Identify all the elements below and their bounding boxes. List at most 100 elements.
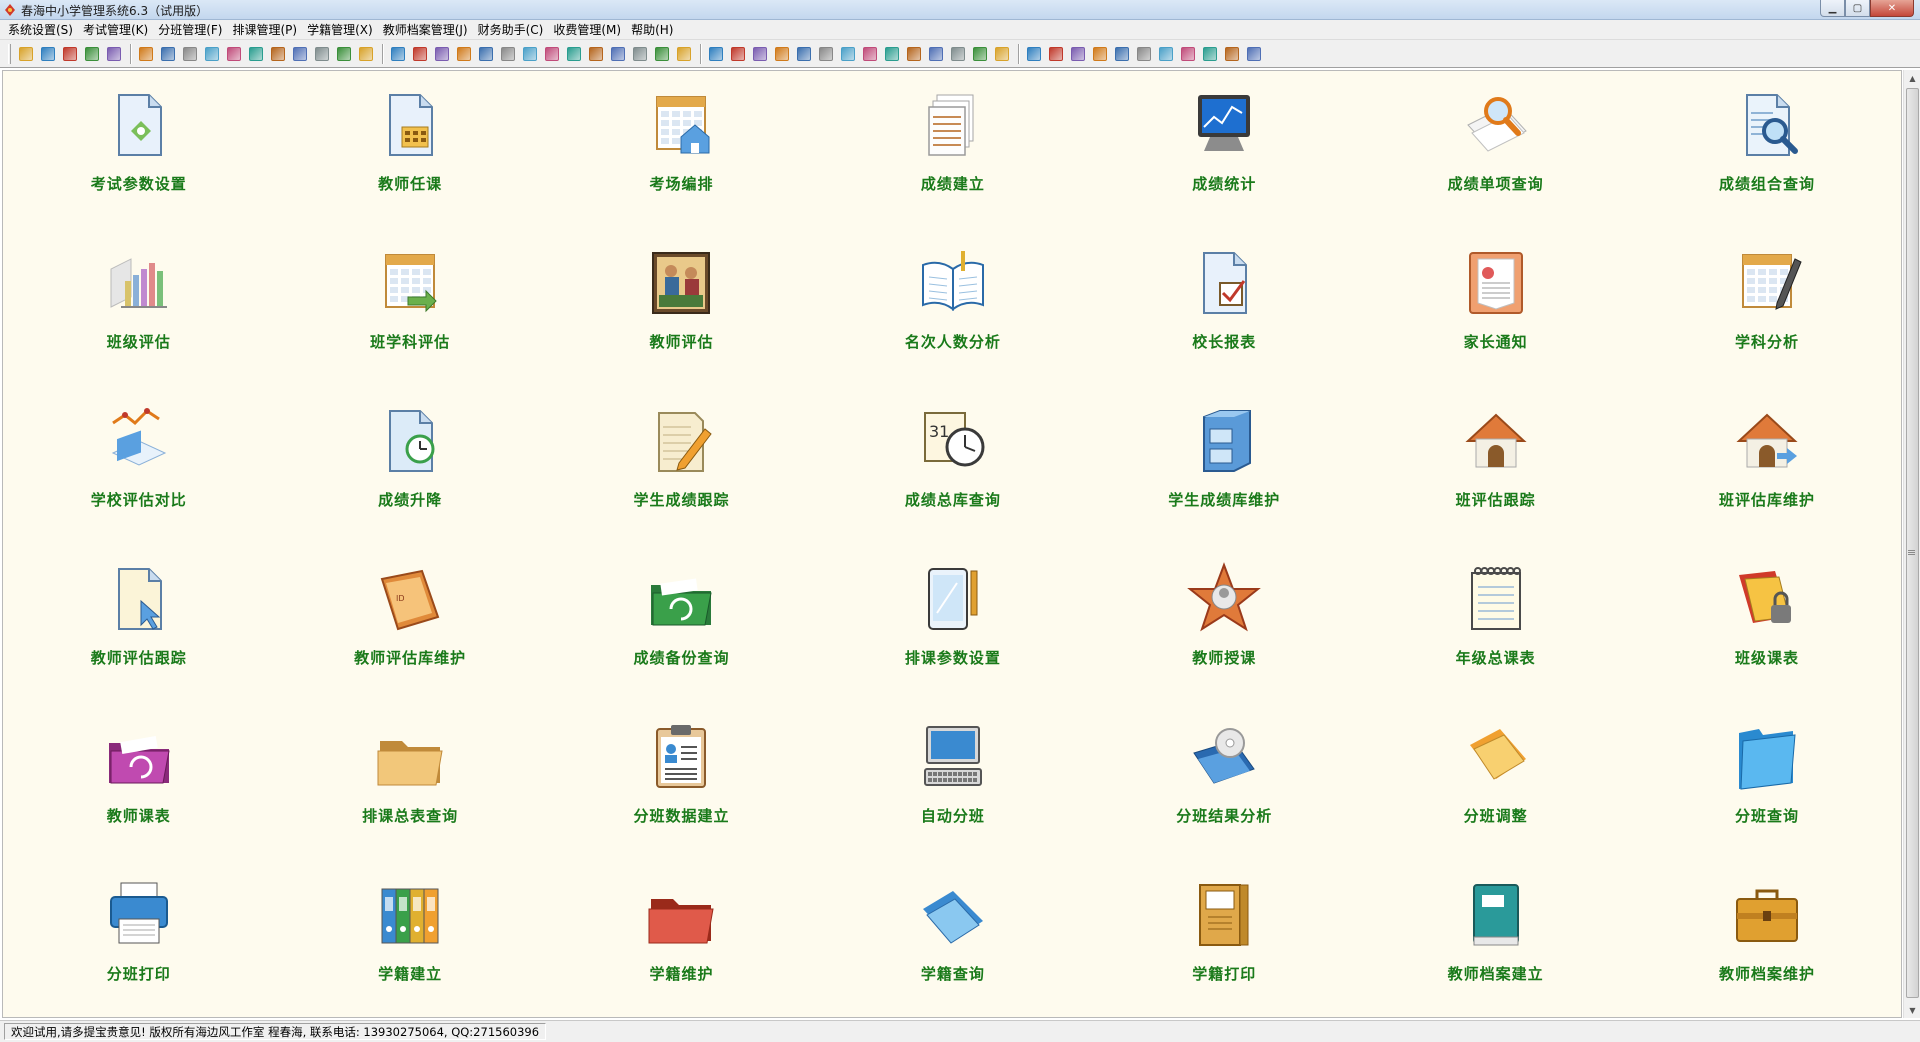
calendar-arrow-icon[interactable] bbox=[370, 243, 450, 323]
toolbar-button[interactable] bbox=[312, 44, 332, 64]
module-label[interactable]: 分班数据建立 bbox=[633, 805, 729, 826]
module-label[interactable]: 学生成绩库维护 bbox=[1168, 489, 1280, 510]
module-shortcut[interactable]: 成绩单项查询 bbox=[1360, 71, 1631, 229]
blue-folder-icon[interactable] bbox=[1727, 717, 1807, 797]
clipboard-id-icon[interactable] bbox=[641, 717, 721, 797]
toolbar-button[interactable] bbox=[926, 44, 946, 64]
notepad-pencil-icon[interactable] bbox=[641, 401, 721, 481]
doc-cursor-icon[interactable] bbox=[99, 559, 179, 639]
menu-finance-helper[interactable]: 财务助手(C) bbox=[474, 21, 548, 39]
module-label[interactable]: 排课参数设置 bbox=[905, 647, 1001, 668]
module-shortcut[interactable]: 年级总课表 bbox=[1360, 545, 1631, 703]
toolbar-button[interactable] bbox=[608, 44, 628, 64]
module-shortcut[interactable]: 学籍打印 bbox=[1089, 861, 1360, 1017]
toolbar-button[interactable] bbox=[136, 44, 156, 64]
toolbar-button[interactable] bbox=[860, 44, 880, 64]
toolbar-button[interactable] bbox=[476, 44, 496, 64]
certificate-icon[interactable] bbox=[1456, 243, 1536, 323]
binders-icon[interactable] bbox=[370, 875, 450, 955]
module-label[interactable]: 教师任课 bbox=[378, 173, 442, 194]
module-shortcut[interactable]: 自动分班 bbox=[817, 703, 1088, 861]
module-label[interactable]: 分班打印 bbox=[107, 963, 171, 984]
teal-book-icon[interactable] bbox=[1456, 875, 1536, 955]
toolbar-button[interactable] bbox=[202, 44, 222, 64]
open-folder-icon[interactable] bbox=[370, 717, 450, 797]
module-shortcut[interactable]: 分班查询 bbox=[1631, 703, 1901, 861]
house-arrow-icon[interactable] bbox=[1727, 401, 1807, 481]
module-label[interactable]: 教师档案建立 bbox=[1448, 963, 1544, 984]
toolbar-button[interactable] bbox=[728, 44, 748, 64]
toolbar-button[interactable] bbox=[816, 44, 836, 64]
module-label[interactable]: 教师档案维护 bbox=[1719, 963, 1815, 984]
toolbar-button[interactable] bbox=[992, 44, 1012, 64]
toolbar-button[interactable] bbox=[772, 44, 792, 64]
toolbar-button[interactable] bbox=[970, 44, 990, 64]
toolbar-button[interactable] bbox=[652, 44, 672, 64]
toolbar-button[interactable] bbox=[60, 44, 80, 64]
tablet-pen-icon[interactable] bbox=[913, 559, 993, 639]
module-shortcut[interactable]: 成绩升降 bbox=[274, 387, 545, 545]
orange-folder-icon[interactable]: ID bbox=[370, 559, 450, 639]
module-shortcut[interactable]: 班级评估 bbox=[3, 229, 274, 387]
menu-class-division[interactable]: 分班管理(F) bbox=[154, 21, 226, 39]
module-label[interactable]: 学籍建立 bbox=[378, 963, 442, 984]
minimize-button[interactable]: ▁ bbox=[1820, 0, 1845, 17]
spiral-notepad-icon[interactable] bbox=[1456, 559, 1536, 639]
module-shortcut[interactable]: 教师任课 bbox=[274, 71, 545, 229]
module-label[interactable]: 考试参数设置 bbox=[91, 173, 187, 194]
module-label[interactable]: 教师评估库维护 bbox=[354, 647, 466, 668]
module-shortcut[interactable]: 成绩备份查询 bbox=[546, 545, 817, 703]
module-shortcut[interactable]: 学科分析 bbox=[1631, 229, 1901, 387]
module-label[interactable]: 成绩组合查询 bbox=[1719, 173, 1815, 194]
module-shortcut[interactable]: 学生成绩跟踪 bbox=[546, 387, 817, 545]
module-label[interactable]: 校长报表 bbox=[1192, 331, 1256, 352]
module-label[interactable]: 教师课表 bbox=[107, 805, 171, 826]
toolbar-button[interactable] bbox=[564, 44, 584, 64]
toolbar-button[interactable] bbox=[794, 44, 814, 64]
module-shortcut[interactable]: 教师评估跟踪 bbox=[3, 545, 274, 703]
module-shortcut[interactable]: 班评估库维护 bbox=[1631, 387, 1901, 545]
module-shortcut[interactable]: 学籍查询 bbox=[817, 861, 1088, 1017]
toolbar-button[interactable] bbox=[1090, 44, 1110, 64]
toolbar-button[interactable] bbox=[1178, 44, 1198, 64]
calendar-clock-icon[interactable]: 31 bbox=[913, 401, 993, 481]
toolbar-button[interactable] bbox=[16, 44, 36, 64]
toolbar-button[interactable] bbox=[1112, 44, 1132, 64]
disc-folder-icon[interactable] bbox=[1184, 717, 1264, 797]
bar-chart-icon[interactable] bbox=[99, 243, 179, 323]
toolbar-button[interactable] bbox=[520, 44, 540, 64]
vertical-scrollbar[interactable]: ▲ ▼ bbox=[1903, 70, 1920, 1018]
toolbar-button[interactable] bbox=[356, 44, 376, 64]
module-label[interactable]: 排课总表查询 bbox=[362, 805, 458, 826]
module-label[interactable]: 考场编排 bbox=[649, 173, 713, 194]
yellow-folder-icon[interactable] bbox=[1456, 717, 1536, 797]
menu-exam-management[interactable]: 考试管理(K) bbox=[79, 21, 152, 39]
toolbar-button[interactable] bbox=[1024, 44, 1044, 64]
house-icon[interactable] bbox=[1456, 401, 1536, 481]
module-shortcut[interactable]: 考试参数设置 bbox=[3, 71, 274, 229]
scroll-thumb[interactable] bbox=[1906, 88, 1919, 998]
toolbar-button[interactable] bbox=[432, 44, 452, 64]
module-shortcut[interactable]: 班学科评估 bbox=[274, 229, 545, 387]
toolbar-button[interactable] bbox=[290, 44, 310, 64]
module-label[interactable]: 教师评估 bbox=[649, 331, 713, 352]
module-label[interactable]: 自动分班 bbox=[921, 805, 985, 826]
module-label[interactable]: 成绩升降 bbox=[378, 489, 442, 510]
purple-folder-icon[interactable] bbox=[99, 717, 179, 797]
calendar-pen-icon[interactable] bbox=[1727, 243, 1807, 323]
module-label[interactable]: 成绩总库查询 bbox=[905, 489, 1001, 510]
doc-magnifier-icon[interactable] bbox=[1727, 85, 1807, 165]
toolbar-button[interactable] bbox=[454, 44, 474, 64]
module-label[interactable]: 分班调整 bbox=[1464, 805, 1528, 826]
stacked-papers-icon[interactable] bbox=[913, 85, 993, 165]
toolbar-button[interactable] bbox=[706, 44, 726, 64]
toolbar-button[interactable] bbox=[838, 44, 858, 64]
module-shortcut[interactable]: 分班数据建立 bbox=[546, 703, 817, 861]
module-label[interactable]: 学科分析 bbox=[1735, 331, 1799, 352]
module-label[interactable]: 成绩备份查询 bbox=[633, 647, 729, 668]
module-shortcut[interactable]: 校长报表 bbox=[1089, 229, 1360, 387]
open-book-icon[interactable] bbox=[913, 243, 993, 323]
module-label[interactable]: 学籍维护 bbox=[649, 963, 713, 984]
computer-icon[interactable] bbox=[913, 717, 993, 797]
module-shortcut[interactable]: 教师授课 bbox=[1089, 545, 1360, 703]
